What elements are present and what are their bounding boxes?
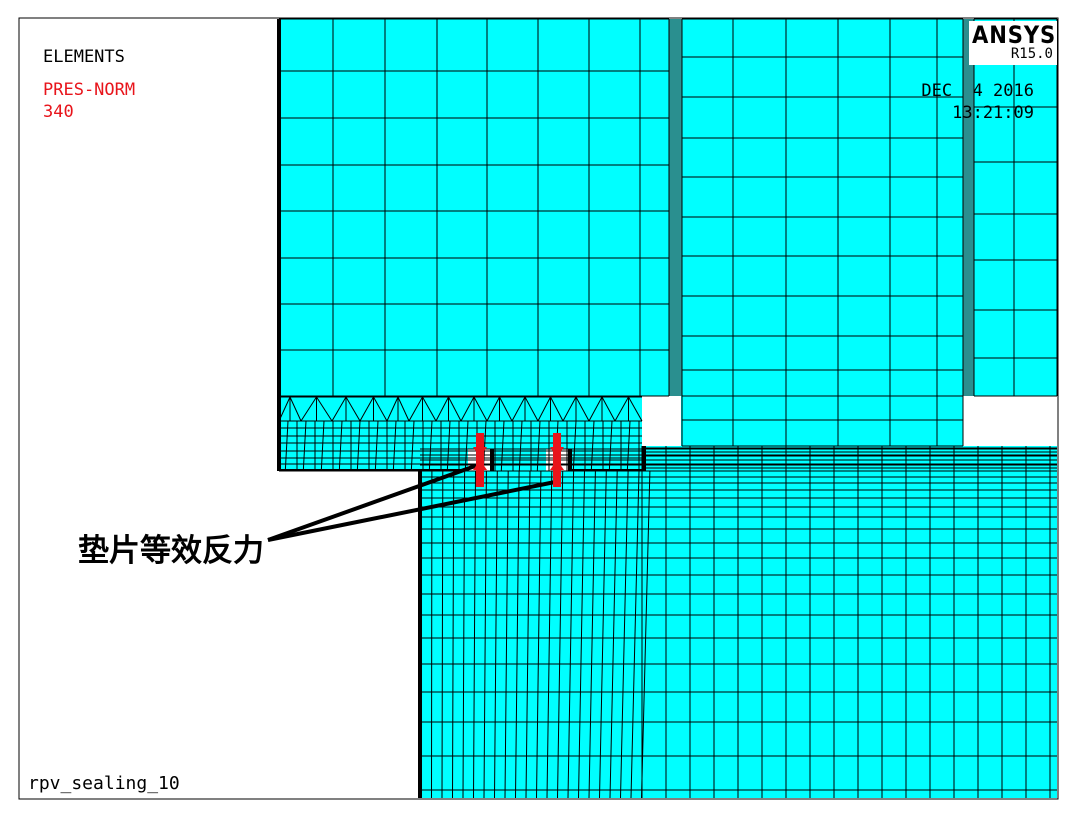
thick-strip-1 — [669, 19, 682, 396]
ansys-logo-text: ANSYS — [972, 21, 1057, 49]
ansys-logo: ANSYS R15.0 — [969, 21, 1057, 65]
thick-strip-2 — [963, 19, 974, 396]
graphics-viewport: ELEMENTS PRES-NORM 340 DEC 4 2016 13:21:… — [0, 0, 1082, 818]
gap-right — [963, 396, 1057, 446]
gap-left — [642, 396, 681, 446]
fe-mesh-drawing — [18, 17, 1059, 800]
plot-date: DEC 4 2016 — [921, 81, 1034, 101]
surface-load-label: PRES-NORM — [43, 80, 136, 100]
jobname-title: rpv_sealing_10 — [28, 773, 180, 794]
plot-time: 13:21:09 — [952, 103, 1034, 123]
surface-load-value: 340 — [43, 102, 74, 122]
gasket-reaction-annotation: 垫片等效反力 — [78, 533, 264, 569]
ansys-version: R15.0 — [1010, 46, 1053, 62]
center-column-region — [642, 396, 963, 448]
plot-type-label: ELEMENTS — [43, 47, 125, 67]
flange-upper-region — [279, 19, 1057, 397]
